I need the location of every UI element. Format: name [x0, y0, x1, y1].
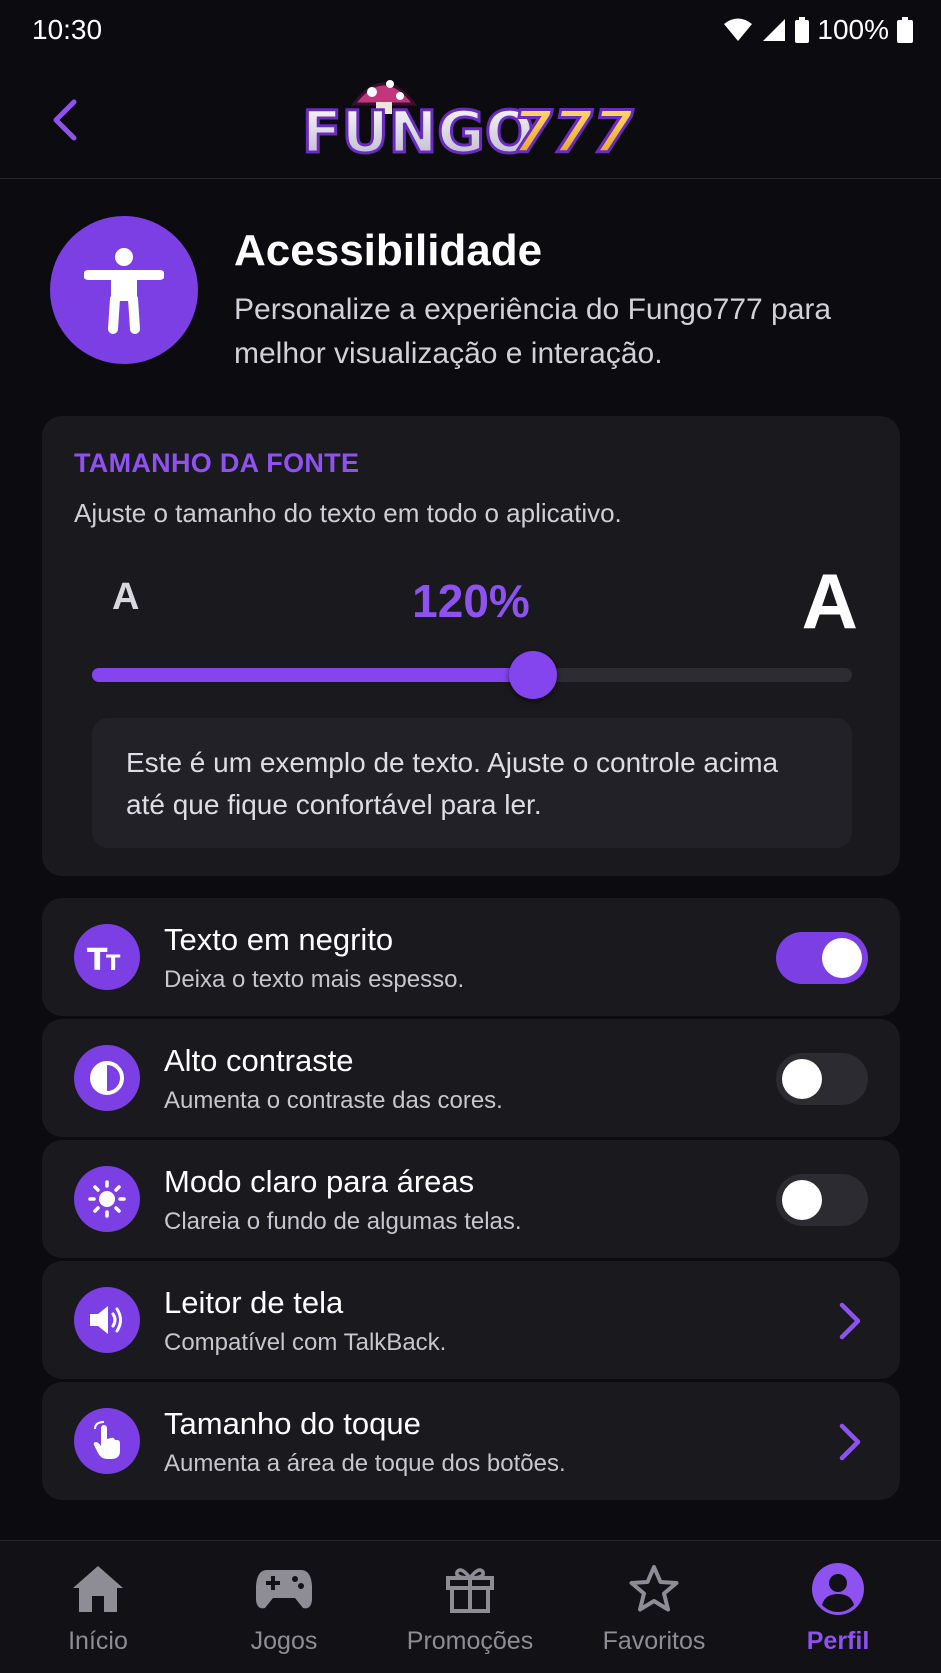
status-icons: 100%: [723, 14, 913, 46]
chevron-left-icon: [53, 99, 77, 141]
toggle-knob: [822, 938, 862, 978]
option-title: Leitor de tela: [164, 1285, 344, 1320]
wifi-icon: [724, 18, 753, 41]
option-subtitle: Deixa o texto mais espesso.: [164, 966, 465, 993]
option-title: Tamanho do toque: [164, 1406, 421, 1441]
option-bold-text[interactable]: T T Texto em negrito Deixa o texto mais …: [42, 898, 900, 1016]
option-title: Texto em negrito: [164, 922, 394, 957]
svg-text:T: T: [87, 943, 108, 972]
bold-text-toggle[interactable]: [776, 932, 868, 984]
status-bar: 10:30 100%: [0, 0, 941, 62]
nav-label: Promoções: [406, 1627, 534, 1655]
back-button[interactable]: [40, 90, 90, 150]
text-size-icon: T T: [87, 943, 121, 972]
battery-percent: 100%: [817, 14, 889, 45]
nav-label: Perfil: [806, 1627, 870, 1655]
signal-icon: [763, 19, 786, 41]
svg-text:FUNGO: FUNGO: [302, 98, 534, 166]
contrast-icon: [90, 1061, 124, 1095]
touch-hand-icon-circle: [74, 1408, 140, 1474]
option-light-mode[interactable]: Modo claro para áreas Clareia o fundo de…: [42, 1140, 900, 1258]
nav-item-perfil[interactable]: Perfil: [744, 1559, 932, 1656]
home-icon: [73, 1566, 123, 1612]
sun-icon-circle: [74, 1166, 140, 1232]
status-time: 10:30: [32, 14, 103, 45]
speaker-icon: [90, 1306, 122, 1334]
option-subtitle: Aumenta a área de toque dos botões.: [164, 1450, 566, 1477]
fungo777-logo: FUNGO 777: [301, 80, 635, 168]
slider-thumb[interactable]: [508, 651, 557, 699]
nav-item-promocoes[interactable]: Promoções: [376, 1559, 564, 1656]
app-header: FUNGO 777: [0, 62, 941, 179]
star-icon: [629, 1565, 679, 1612]
contrast-icon-circle: [74, 1045, 140, 1111]
speaker-icon-circle: [74, 1287, 140, 1353]
nav-item-jogos[interactable]: Jogos: [190, 1559, 378, 1656]
toggle-knob: [782, 1180, 822, 1220]
chevron-right-icon[interactable]: [830, 1420, 870, 1464]
gamepad-icon: [256, 1570, 312, 1609]
toggle-knob: [782, 1059, 822, 1099]
font-size-slider[interactable]: [92, 651, 852, 699]
option-subtitle: Compatível com TalkBack.: [164, 1329, 447, 1356]
option-touch-size[interactable]: Tamanho do toque Aumenta a área de toque…: [42, 1382, 900, 1500]
font-size-value: 120%: [412, 575, 530, 627]
chevron-right-icon[interactable]: [830, 1299, 870, 1343]
nav-item-inicio[interactable]: Início: [4, 1559, 192, 1656]
nav-item-favoritos[interactable]: Favoritos: [560, 1559, 748, 1656]
touch-hand-icon: [93, 1421, 120, 1459]
option-high-contrast[interactable]: Alto contraste Aumenta o contraste das c…: [42, 1019, 900, 1137]
profile-icon: [812, 1563, 864, 1615]
svg-text:T: T: [106, 951, 121, 972]
sun-icon: [88, 1180, 126, 1218]
font-large-label: A: [801, 557, 858, 645]
sample-text: Este é um exemplo de texto. Ajuste o con…: [92, 718, 852, 848]
page-description: Personalize a experiência do Fungo777 pa…: [234, 293, 832, 370]
high-contrast-toggle[interactable]: [776, 1053, 868, 1105]
text-size-icon-circle: T T: [74, 924, 140, 990]
page-title: Acessibilidade: [234, 226, 543, 275]
gift-icon: [446, 1568, 494, 1613]
option-subtitle: Aumenta o contraste das cores.: [164, 1087, 503, 1114]
option-screen-reader[interactable]: Leitor de tela Compatível com TalkBack.: [42, 1261, 900, 1379]
nav-label: Início: [68, 1627, 128, 1655]
battery-icon: [897, 17, 913, 43]
font-size-title: TAMANHO DA FONTE: [74, 448, 360, 478]
light-mode-toggle[interactable]: [776, 1174, 868, 1226]
nav-label: Favoritos: [602, 1627, 706, 1655]
option-title: Alto contraste: [164, 1043, 354, 1078]
accessibility-icon-circle: [50, 216, 198, 364]
battery-icon: [795, 17, 810, 43]
font-size-card: TAMANHO DA FONTE Ajuste o tamanho do tex…: [42, 416, 900, 876]
accessibility-person-icon: [84, 248, 164, 334]
slider-fill: [92, 668, 533, 682]
option-subtitle: Clareia o fundo de algumas telas.: [164, 1208, 522, 1235]
nav-label: Jogos: [250, 1627, 318, 1655]
option-title: Modo claro para áreas: [164, 1164, 475, 1199]
bottom-navigation: Início Jogos Promoções Favoritos Perfil: [0, 1540, 941, 1673]
font-size-description: Ajuste o tamanho do texto em todo o apli…: [74, 498, 622, 528]
svg-text:777: 777: [512, 98, 634, 166]
